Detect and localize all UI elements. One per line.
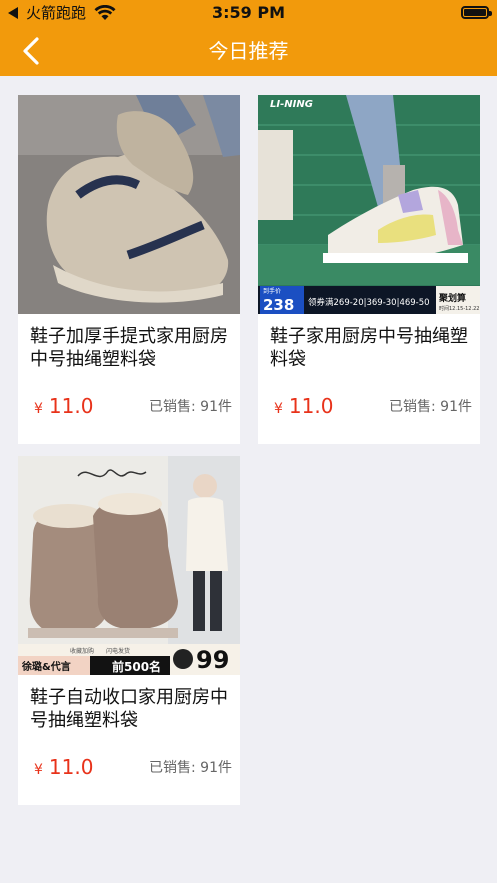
sales-count: 已销售: 91件	[149, 760, 232, 776]
currency-symbol: ¥	[34, 401, 43, 417]
status-time: 3:59 PM	[211, 3, 285, 22]
product-card[interactable]: 鞋子加厚手提式家用厨房中号抽绳塑料袋 ¥ 11.0 已销售: 91件	[18, 95, 240, 444]
price-value: 11.0	[48, 394, 94, 418]
product-title[interactable]: 鞋子家用厨房中号抽绳塑料袋	[270, 325, 470, 371]
brand-logo-text: LI-NING	[270, 99, 313, 110]
currency-symbol: ¥	[34, 762, 43, 778]
image-price: 238	[263, 296, 294, 314]
price: ¥ 11.0	[274, 394, 333, 418]
price: ¥ 11.0	[34, 755, 93, 779]
image-rank: 前500名	[112, 659, 161, 674]
price-value: 11.0	[288, 394, 334, 418]
price: ¥ 11.0	[34, 394, 93, 418]
currency-symbol: ¥	[274, 401, 283, 417]
product-title[interactable]: 鞋子自动收口家用厨房中号抽绳塑料袋	[30, 686, 230, 732]
product-card[interactable]: LI-NING 到手价 238 领券满269-20|369-30|469-50 …	[258, 95, 480, 444]
image-price: 99	[196, 646, 229, 674]
image-store: 徐璐&代言	[21, 660, 71, 673]
status-bar: 火箭跑跑 3:59 PM	[0, 0, 497, 26]
product-image[interactable]: LI-NING 到手价 238 领券满269-20|369-30|469-50 …	[258, 95, 480, 314]
product-image[interactable]	[18, 95, 240, 314]
product-card[interactable]: 徐璐&代言 收藏加购 闪电发货 前500名 99 鞋子自动收口家用厨房中号抽绳塑…	[18, 456, 240, 805]
image-dates: 时间12.15-12.22	[439, 305, 479, 312]
image-price-tag: 到手价	[263, 287, 281, 295]
sales-count: 已销售: 91件	[149, 399, 232, 415]
nav-bar: 今日推荐	[0, 26, 497, 76]
image-badge: 聚划算	[438, 292, 466, 304]
battery-icon	[461, 6, 492, 19]
image-coupons: 领券满269-20|369-30|469-50	[308, 297, 430, 308]
product-title[interactable]: 鞋子加厚手提式家用厨房中号抽绳塑料袋	[30, 325, 230, 371]
image-tag-shipping: 闪电发货	[106, 647, 130, 655]
price-value: 11.0	[48, 755, 94, 779]
product-image[interactable]: 徐璐&代言 收藏加购 闪电发货 前500名 99	[18, 456, 240, 675]
image-tag-favorite: 收藏加购	[70, 647, 94, 655]
sales-count: 已销售: 91件	[389, 399, 472, 415]
page-title: 今日推荐	[208, 39, 289, 63]
